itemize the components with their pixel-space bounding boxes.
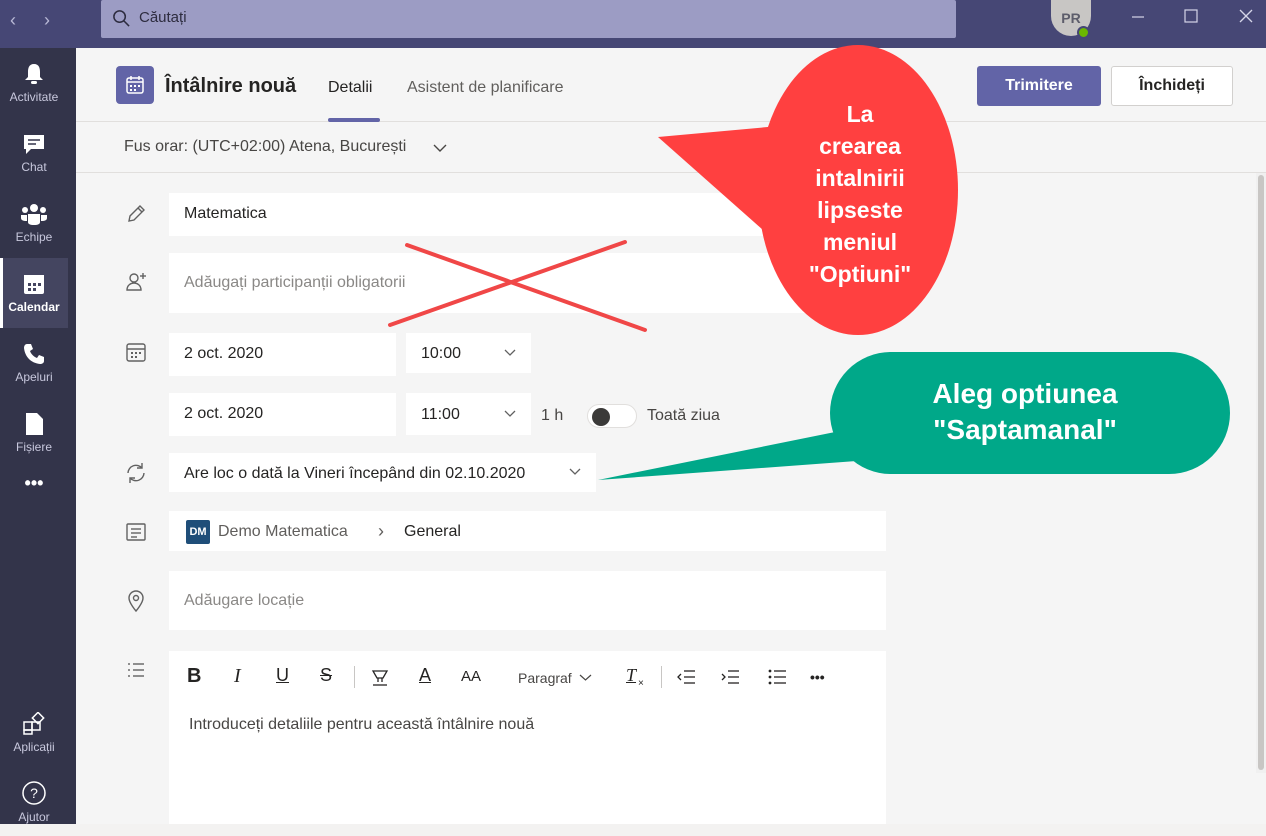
cross-line <box>405 243 647 332</box>
red-callout-text: La crearea intalnirii lipseste meniul "O… <box>776 98 944 290</box>
cross-line <box>388 240 627 327</box>
callout-line: Aleg optiunea <box>932 378 1118 409</box>
callout-line: crearea <box>819 133 901 159</box>
callout-line: intalnirii <box>815 165 905 191</box>
callout-line: lipseste <box>817 197 903 223</box>
green-callout-pointer <box>598 430 870 480</box>
callout-line: "Optiuni" <box>808 261 912 287</box>
callout-line: "Saptamanal" <box>933 414 1117 445</box>
callout-line: meniul <box>822 229 898 255</box>
callout-line: La <box>846 101 874 127</box>
green-callout-text: Aleg optiunea "Saptamanal" <box>840 376 1210 448</box>
